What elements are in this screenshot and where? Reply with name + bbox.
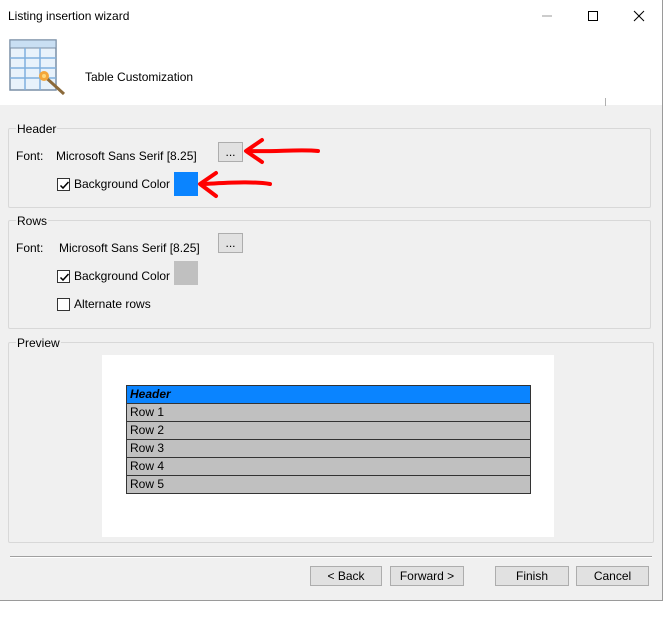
preview-row-cell: Row 4: [126, 457, 531, 476]
preview-table: Header Row 1 Row 2 Row 3 Row 4 Row 5: [126, 385, 531, 494]
preview-header-cell: Header: [126, 385, 531, 404]
table-row: Row 4: [126, 457, 531, 476]
rows-bg-color-label: Background Color: [74, 269, 171, 283]
minimize-button[interactable]: [524, 0, 570, 30]
rows-bg-color-swatch[interactable]: [174, 261, 198, 285]
forward-button[interactable]: Forward >: [390, 566, 464, 586]
header-font-label: Font:: [16, 149, 44, 163]
annotation-arrow-icon: [244, 138, 320, 164]
checkmark-icon: [59, 181, 70, 190]
header-bg-color-label: Background Color: [74, 177, 171, 191]
header-groupbox: [8, 128, 651, 208]
alternate-rows-checkbox[interactable]: [57, 298, 70, 311]
finish-button[interactable]: Finish: [495, 566, 569, 586]
footer-separator: [10, 556, 652, 558]
wizard-banner: Table Customization: [0, 30, 662, 106]
header-group-label: Header: [16, 122, 58, 136]
wizard-window: Listing insertion wizard Table Customiza…: [0, 0, 663, 601]
rows-bg-color-checkbox[interactable]: [57, 270, 70, 283]
banner-divider: [605, 98, 606, 106]
close-button[interactable]: [616, 0, 662, 30]
table-row: Row 2: [126, 421, 531, 440]
maximize-button[interactable]: [570, 0, 616, 30]
table-row: Row 3: [126, 439, 531, 458]
page-title: Table Customization: [85, 70, 194, 84]
checkmark-icon: [59, 273, 70, 282]
preview-row-cell: Row 2: [126, 421, 531, 440]
cancel-button[interactable]: Cancel: [576, 566, 649, 586]
preview-row-cell: Row 1: [126, 403, 531, 422]
alternate-rows-label: Alternate rows: [74, 297, 151, 311]
table-row: Row 5: [126, 475, 531, 494]
annotation-arrow-icon: [198, 171, 272, 198]
table-wizard-icon: [8, 36, 70, 98]
preview-row-cell: Row 5: [126, 475, 531, 494]
minimize-icon: [542, 15, 552, 17]
header-bg-color-checkbox[interactable]: [57, 178, 70, 191]
back-button[interactable]: < Back: [310, 566, 382, 586]
maximize-icon: [588, 11, 598, 21]
rows-font-label: Font:: [16, 241, 44, 255]
preview-group-label: Preview: [16, 336, 61, 350]
close-icon: [633, 10, 645, 22]
preview-row-cell: Row 3: [126, 439, 531, 458]
window-title: Listing insertion wizard: [8, 9, 130, 23]
table-row: Row 1: [126, 403, 531, 422]
rows-font-value: Microsoft Sans Serif [8.25]: [59, 241, 200, 255]
rows-font-button[interactable]: ...: [218, 233, 243, 253]
title-bar: Listing insertion wizard: [0, 0, 662, 30]
preview-header-row: Header: [126, 385, 531, 404]
rows-group-label: Rows: [16, 214, 49, 228]
preview-canvas: Header Row 1 Row 2 Row 3 Row 4 Row 5: [102, 355, 554, 537]
header-font-value: Microsoft Sans Serif [8.25]: [56, 149, 197, 163]
